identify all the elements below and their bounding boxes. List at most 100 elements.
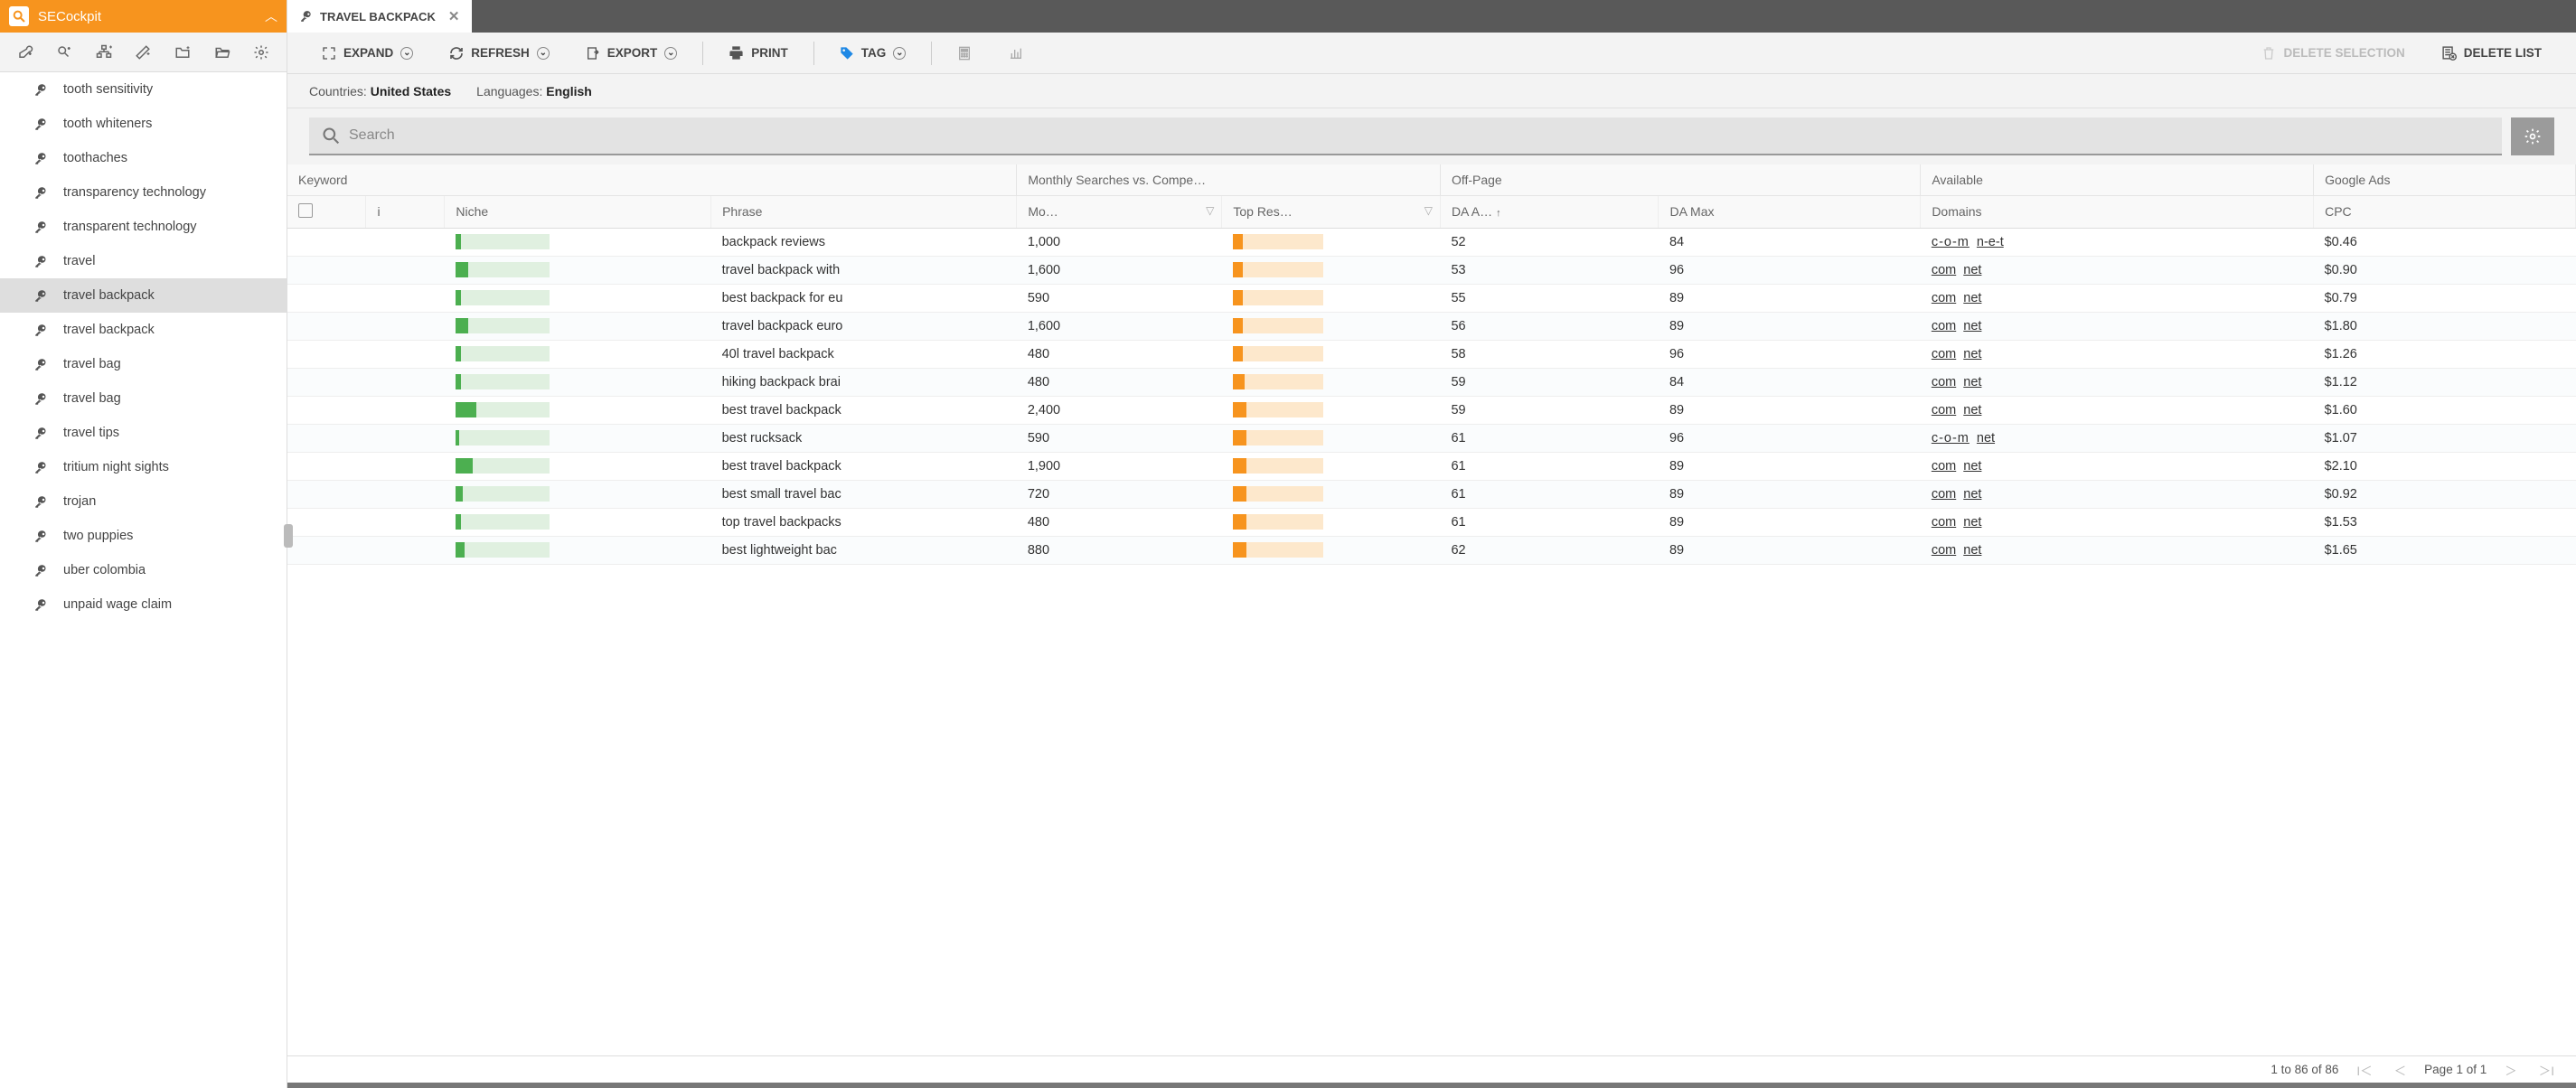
domain-link[interactable]: com [1932, 487, 1956, 502]
domain-link[interactable]: com [1932, 291, 1956, 305]
print-button[interactable]: PRINT [710, 33, 806, 73]
prev-page-button[interactable]: ＜ [2391, 1061, 2411, 1079]
search-settings-button[interactable] [2511, 117, 2554, 155]
table-row[interactable]: best small travel bac7206189com net$0.92 [287, 480, 2576, 508]
col-domains[interactable]: Domains [1921, 195, 2314, 228]
calculator-button[interactable] [939, 33, 990, 73]
sidebar-item[interactable]: travel bag [0, 381, 287, 416]
sidebar-item[interactable]: trojan [0, 484, 287, 519]
sidebar-item[interactable]: travel bag [0, 347, 287, 381]
domain-link[interactable]: com [1932, 403, 1956, 417]
tag-button[interactable]: TAG⌄ [822, 33, 925, 73]
sidebar-item[interactable]: unpaid wage claim [0, 587, 287, 622]
col-info[interactable]: i [366, 195, 445, 228]
col-group-googleads[interactable]: Google Ads [2314, 164, 2576, 195]
sidebar-list[interactable]: tooth sensitivitytooth whitenerstoothach… [0, 72, 287, 1088]
delete-list-button[interactable]: DELETE LIST [2423, 33, 2560, 73]
col-group-monthly[interactable]: Monthly Searches vs. Compe… [1017, 164, 1441, 195]
expand-button[interactable]: EXPAND⌄ [304, 33, 431, 73]
col-checkbox[interactable] [287, 195, 366, 228]
col-cpc[interactable]: CPC [2314, 195, 2576, 228]
domain-link[interactable]: com [1932, 263, 1956, 277]
sidebar-item[interactable]: toothaches [0, 141, 287, 175]
folder-open-button[interactable] [206, 36, 239, 69]
countries-filter[interactable]: Countries: United States [309, 84, 451, 98]
add-search-button[interactable] [48, 36, 80, 69]
sidebar-item[interactable]: travel tips [0, 416, 287, 450]
collapse-icon[interactable]: ︿ [265, 7, 277, 25]
table-row[interactable]: backpack reviews1,0005284c-o-m n-e-t$0.4… [287, 228, 2576, 256]
domain-link[interactable]: com [1932, 319, 1956, 333]
col-damax[interactable]: DA Max [1659, 195, 1921, 228]
export-button[interactable]: EXPORT⌄ [568, 33, 696, 73]
first-page-button[interactable]: I＜ [2353, 1061, 2375, 1079]
col-phrase[interactable]: Phrase [711, 195, 1017, 228]
sidebar-item[interactable]: tooth sensitivity [0, 72, 287, 107]
domain-link[interactable]: com [1932, 459, 1956, 474]
sidebar-item[interactable]: travel [0, 244, 287, 278]
scrollbar-handle[interactable] [284, 524, 293, 548]
domain-link[interactable]: net [1963, 319, 1981, 333]
domain-link[interactable]: net [1963, 403, 1981, 417]
sidebar-item[interactable]: tritium night sights [0, 450, 287, 484]
table-row[interactable]: best lightweight bac8806289com net$1.65 [287, 536, 2576, 564]
add-hierarchy-button[interactable] [88, 36, 120, 69]
domain-link[interactable]: net [1963, 543, 1981, 558]
languages-filter[interactable]: Languages: English [476, 84, 592, 98]
sidebar-item[interactable]: transparent technology [0, 210, 287, 244]
domain-link[interactable]: n-e-t [1977, 235, 2004, 249]
filter-icon[interactable]: ▽ [1424, 204, 1433, 217]
refresh-button[interactable]: REFRESH⌄ [431, 33, 568, 73]
domain-link[interactable]: net [1963, 347, 1981, 361]
domain-link[interactable]: c-o-m [1932, 235, 1970, 249]
table-row[interactable]: hiking backpack brai4805984com net$1.12 [287, 368, 2576, 396]
sidebar-header[interactable]: SECockpit ︿ [0, 0, 287, 33]
table-row[interactable]: top travel backpacks4806189com net$1.53 [287, 508, 2576, 536]
select-all-checkbox[interactable] [298, 203, 313, 218]
sidebar-item[interactable]: uber colombia [0, 553, 287, 587]
domain-link[interactable]: com [1932, 515, 1956, 530]
domain-link[interactable]: com [1932, 375, 1956, 389]
filter-icon[interactable]: ▽ [1206, 204, 1214, 217]
sidebar-item[interactable]: travel backpack [0, 278, 287, 313]
folder-add-button[interactable] [166, 36, 199, 69]
col-group-available[interactable]: Available [1921, 164, 2314, 195]
sort-asc-icon[interactable]: ↑ [1496, 208, 1501, 219]
col-daavg[interactable]: DA A…↑ [1440, 195, 1659, 228]
table-row[interactable]: 40l travel backpack4805896com net$1.26 [287, 340, 2576, 368]
domain-link[interactable]: net [1963, 263, 1981, 277]
domain-link[interactable]: net [1963, 459, 1981, 474]
domain-link[interactable]: net [1963, 515, 1981, 530]
col-topres[interactable]: Top Res…▽ [1222, 195, 1441, 228]
last-page-button[interactable]: ＞I [2535, 1061, 2558, 1079]
col-monthly[interactable]: Mo…▽ [1017, 195, 1222, 228]
domain-link[interactable]: net [1977, 431, 1995, 446]
chart-button[interactable] [990, 33, 1042, 73]
next-page-button[interactable]: ＞ [2501, 1061, 2521, 1079]
table-row[interactable]: best travel backpack2,4005989com net$1.6… [287, 396, 2576, 424]
sidebar-item[interactable]: transparency technology [0, 175, 287, 210]
domain-link[interactable]: net [1963, 375, 1981, 389]
sidebar-item[interactable]: tooth whiteners [0, 107, 287, 141]
col-group-keyword[interactable]: Keyword [287, 164, 1017, 195]
sidebar-item[interactable]: travel backpack [0, 313, 287, 347]
table-row[interactable]: best backpack for eu5905589com net$0.79 [287, 284, 2576, 312]
close-icon[interactable]: ✕ [448, 8, 460, 24]
domain-link[interactable]: c-o-m [1932, 431, 1970, 446]
domain-link[interactable]: net [1963, 291, 1981, 305]
sidebar-item[interactable]: two puppies [0, 519, 287, 553]
search-box[interactable] [309, 117, 2502, 155]
domain-link[interactable]: net [1963, 487, 1981, 502]
table-row[interactable]: best rucksack5906196c-o-m net$1.07 [287, 424, 2576, 452]
table-row[interactable]: travel backpack euro1,6005689com net$1.8… [287, 312, 2576, 340]
col-group-offpage[interactable]: Off-Page [1440, 164, 1920, 195]
settings-button[interactable] [245, 36, 277, 69]
table-row[interactable]: travel backpack with1,6005396com net$0.9… [287, 256, 2576, 284]
col-niche[interactable]: Niche [445, 195, 711, 228]
domain-link[interactable]: com [1932, 347, 1956, 361]
tab-travel-backpack[interactable]: TRAVEL BACKPACK ✕ [287, 0, 472, 33]
edit-button[interactable] [127, 36, 159, 69]
add-keyword-button[interactable] [9, 36, 42, 69]
domain-link[interactable]: com [1932, 543, 1956, 558]
search-input[interactable] [349, 127, 2489, 144]
